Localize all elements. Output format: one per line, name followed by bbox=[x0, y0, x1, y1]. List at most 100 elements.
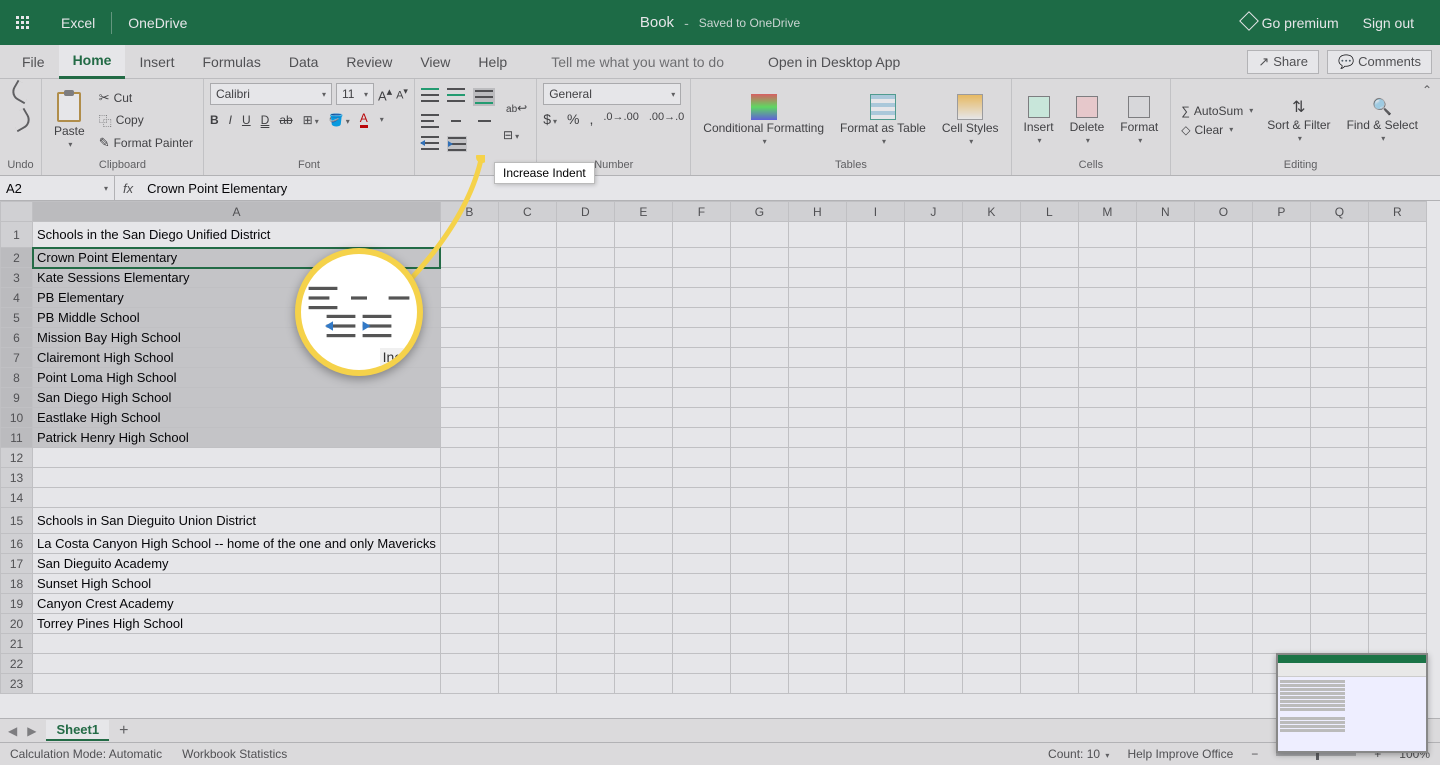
go-premium-button[interactable]: Go premium bbox=[1242, 14, 1339, 31]
open-desktop-button[interactable]: Open in Desktop App bbox=[754, 45, 914, 79]
sign-out-button[interactable]: Sign out bbox=[1363, 15, 1414, 31]
cell-styles-icon bbox=[957, 94, 983, 120]
workbook-stats[interactable]: Workbook Statistics bbox=[182, 747, 287, 761]
font-name-select[interactable]: Calibri▾ bbox=[210, 83, 332, 105]
insert-cells-button[interactable]: Insert▾ bbox=[1018, 94, 1060, 147]
cut-button[interactable]: Cut bbox=[95, 89, 197, 107]
spreadsheet-grid[interactable]: A BCDEFGHIJKLMNOPQR 1Schools in the San … bbox=[0, 201, 1440, 718]
sheet-tab-bar: ◀ ▶ Sheet1 + bbox=[0, 718, 1440, 742]
name-box[interactable]: A2▾ bbox=[0, 176, 115, 200]
paste-button[interactable]: Paste▾ bbox=[48, 90, 91, 151]
storage-location[interactable]: OneDrive bbox=[112, 0, 203, 45]
tab-help[interactable]: Help bbox=[464, 45, 521, 79]
font-color-button[interactable]: A bbox=[360, 111, 368, 128]
cell-a16[interactable]: La Costa Canyon High School -- home of t… bbox=[33, 534, 441, 554]
cell-a19[interactable]: Canyon Crest Academy bbox=[33, 594, 441, 614]
column-headers[interactable]: A BCDEFGHIJKLMNOPQR bbox=[1, 202, 1427, 222]
cell-a17[interactable]: San Dieguito Academy bbox=[33, 554, 441, 574]
fx-icon[interactable]: fx bbox=[115, 181, 141, 196]
collapse-ribbon-icon[interactable]: ⌃ bbox=[1422, 83, 1432, 97]
tell-me-search[interactable]: Tell me what you want to do bbox=[551, 54, 724, 70]
sheet-nav-prev[interactable]: ◀ bbox=[8, 724, 17, 738]
align-top-button[interactable] bbox=[421, 88, 439, 106]
align-center-button[interactable] bbox=[447, 114, 465, 128]
decrease-indent-icon bbox=[421, 136, 439, 150]
share-button[interactable]: ↗Share bbox=[1247, 50, 1319, 74]
sheet-tab-1[interactable]: Sheet1 bbox=[46, 720, 109, 741]
sort-filter-button[interactable]: ⇅Sort & Filter▾ bbox=[1261, 95, 1336, 145]
percent-button[interactable]: % bbox=[567, 111, 579, 127]
cell-a1[interactable]: Schools in the San Diego Unified Distric… bbox=[33, 222, 441, 248]
cell-a9[interactable]: San Diego High School bbox=[33, 388, 441, 408]
tab-file[interactable]: File bbox=[8, 45, 59, 79]
increase-indent-button[interactable] bbox=[447, 136, 467, 152]
align-middle-button[interactable] bbox=[447, 88, 465, 106]
redo-button[interactable] bbox=[12, 111, 30, 129]
scissors-icon bbox=[99, 90, 110, 106]
sheet-nav-next[interactable]: ▶ bbox=[27, 724, 36, 738]
add-sheet-button[interactable]: + bbox=[119, 722, 128, 740]
delete-cells-button[interactable]: Delete▾ bbox=[1064, 94, 1111, 147]
calc-mode: Calculation Mode: Automatic bbox=[10, 747, 162, 761]
fill-color-button[interactable]: 🪣▾ bbox=[329, 113, 350, 127]
cell-a20[interactable]: Torrey Pines High School bbox=[33, 614, 441, 634]
double-underline-button[interactable]: D bbox=[261, 113, 270, 127]
grow-font-button[interactable]: A▴ bbox=[378, 85, 392, 103]
help-improve[interactable]: Help Improve Office bbox=[1127, 747, 1233, 761]
wrap-text-button[interactable]: ab↩ bbox=[503, 98, 530, 118]
cell-a10[interactable]: Eastlake High School bbox=[33, 408, 441, 428]
zoom-out-button[interactable]: − bbox=[1251, 747, 1258, 761]
tab-view[interactable]: View bbox=[406, 45, 464, 79]
tab-insert[interactable]: Insert bbox=[125, 45, 188, 79]
conditional-formatting-button[interactable]: Conditional Formatting▾ bbox=[697, 92, 830, 148]
document-name[interactable]: Book bbox=[640, 14, 674, 31]
delete-icon bbox=[1076, 96, 1098, 118]
borders-button[interactable]: ⊞▾ bbox=[303, 113, 319, 127]
number-format-select[interactable]: General▾ bbox=[543, 83, 681, 105]
diamond-icon bbox=[1239, 11, 1259, 31]
cell-styles-button[interactable]: Cell Styles▾ bbox=[936, 92, 1005, 148]
formula-input[interactable]: Crown Point Elementary bbox=[141, 181, 293, 196]
cell-a11[interactable]: Patrick Henry High School bbox=[33, 428, 441, 448]
shrink-font-button[interactable]: A▾ bbox=[396, 86, 408, 102]
format-cells-button[interactable]: Format▾ bbox=[1114, 94, 1164, 147]
comma-button[interactable]: , bbox=[589, 111, 593, 127]
undo-button[interactable] bbox=[12, 83, 30, 101]
callout-increase-indent-icon bbox=[363, 315, 392, 337]
format-painter-button[interactable]: Format Painter bbox=[95, 134, 197, 152]
select-all-cell[interactable] bbox=[1, 202, 33, 222]
tab-home[interactable]: Home bbox=[59, 45, 126, 79]
tab-data[interactable]: Data bbox=[275, 45, 333, 79]
align-middle-icon bbox=[447, 88, 465, 102]
comments-button[interactable]: 💬Comments bbox=[1327, 50, 1432, 74]
brush-icon bbox=[99, 135, 110, 151]
copy-button[interactable]: Copy bbox=[95, 110, 197, 131]
align-right-button[interactable] bbox=[473, 114, 491, 128]
underline-button[interactable]: U bbox=[242, 113, 251, 127]
tab-formulas[interactable]: Formulas bbox=[188, 45, 274, 79]
title-bar: Excel OneDrive Book - Saved to OneDrive … bbox=[0, 0, 1440, 45]
align-bottom-button[interactable] bbox=[473, 88, 495, 106]
increase-decimal-button[interactable]: .0→.00 bbox=[603, 111, 638, 127]
cell-a18[interactable]: Sunset High School bbox=[33, 574, 441, 594]
strike-button[interactable]: ab bbox=[279, 113, 292, 127]
autosum-button[interactable]: ∑AutoSum▾ bbox=[1177, 103, 1257, 119]
decrease-decimal-button[interactable]: .00→.0 bbox=[649, 111, 684, 127]
currency-button[interactable]: $▾ bbox=[543, 111, 557, 127]
font-size-select[interactable]: 11▾ bbox=[336, 83, 374, 105]
find-select-button[interactable]: 🔍Find & Select▾ bbox=[1341, 95, 1424, 145]
bold-button[interactable]: B bbox=[210, 113, 219, 127]
tab-review[interactable]: Review bbox=[332, 45, 406, 79]
align-left-button[interactable] bbox=[421, 114, 439, 128]
cell-a15[interactable]: Schools in San Dieguito Union District bbox=[33, 508, 441, 534]
redo-icon bbox=[8, 108, 33, 133]
format-icon bbox=[1128, 96, 1150, 118]
sigma-icon: ∑ bbox=[1181, 104, 1190, 118]
merge-button[interactable]: ⊟▾ bbox=[503, 128, 530, 142]
col-header-a[interactable]: A bbox=[33, 202, 441, 222]
app-launcher-icon[interactable] bbox=[0, 0, 45, 45]
decrease-indent-button[interactable] bbox=[421, 136, 439, 152]
clear-button[interactable]: ◇Clear▾ bbox=[1177, 122, 1257, 138]
italic-button[interactable]: I bbox=[229, 113, 232, 127]
format-as-table-button[interactable]: Format as Table▾ bbox=[834, 92, 932, 148]
